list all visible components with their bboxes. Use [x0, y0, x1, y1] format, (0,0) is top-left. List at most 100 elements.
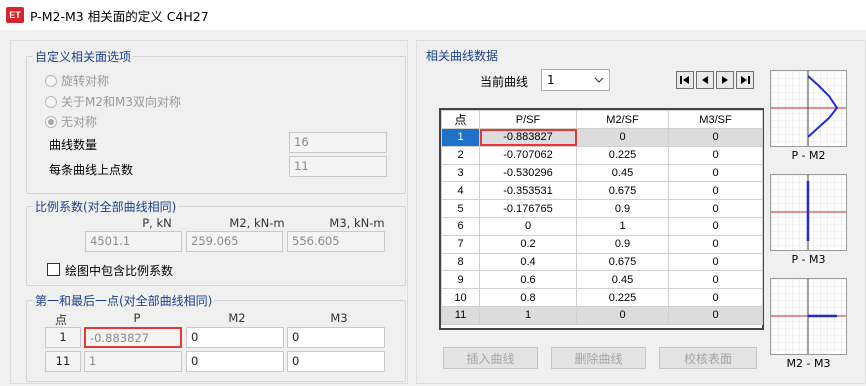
cell-m2[interactable]: 0.9: [576, 199, 669, 218]
row-number[interactable]: 2: [441, 145, 480, 165]
scale-m2-field[interactable]: 259.065: [186, 231, 283, 252]
row-number[interactable]: 7: [441, 234, 480, 254]
points-per-curve-field[interactable]: 11: [289, 156, 387, 177]
cell-m2[interactable]: 0.45: [576, 163, 669, 183]
column-header-m2: M2/SF: [576, 110, 669, 129]
row-number[interactable]: 4: [441, 181, 480, 201]
delete-curve-button[interactable]: 删除曲线: [551, 347, 646, 369]
preview-p-m2: [770, 70, 847, 147]
radio-icon: [45, 95, 57, 108]
endpoint-last-p-field[interactable]: 1: [84, 351, 182, 372]
cell-m3[interactable]: 0: [668, 305, 763, 325]
cell-m2[interactable]: 0: [576, 128, 669, 147]
cell-p[interactable]: 0.8: [479, 288, 577, 307]
cell-m3[interactable]: 0: [668, 288, 763, 307]
row-number[interactable]: 11: [441, 305, 480, 325]
insert-curve-button[interactable]: 插入曲线: [443, 347, 538, 369]
curve-data-legend: 相关曲线数据: [424, 47, 501, 64]
cell-p[interactable]: 0.4: [479, 252, 577, 272]
radio-biaxial[interactable]: 关于M2和M3双向对称: [45, 93, 181, 110]
cell-p[interactable]: -0.707062: [479, 145, 577, 165]
include-scale-label: 绘图中包含比例系数: [65, 264, 174, 278]
last-curve-button[interactable]: [736, 71, 754, 89]
cell-m3[interactable]: 0: [668, 163, 763, 183]
cell-p[interactable]: -0.883827: [479, 128, 577, 147]
prev-icon: [702, 76, 708, 84]
cell-m3[interactable]: 0: [668, 145, 763, 165]
cell-m2[interactable]: 1: [576, 216, 669, 236]
table-row[interactable]: 3 -0.530296 0.45 0: [441, 163, 763, 183]
table-row[interactable]: 10 0.8 0.225 0: [441, 288, 763, 307]
table-row[interactable]: 6 0 1 0: [441, 216, 763, 236]
endpoint-first-p-field[interactable]: -0.883827: [84, 327, 182, 348]
cell-m2[interactable]: 0.225: [576, 288, 669, 307]
cell-m2[interactable]: 0: [576, 305, 669, 325]
scale-legend: 比例系数(对全部曲线相同): [33, 198, 179, 215]
points-per-curve-label: 每条曲线上点数: [49, 163, 134, 177]
radio-none[interactable]: 无对称: [45, 113, 97, 130]
endpoint-first-point: 1: [45, 327, 81, 348]
table-row[interactable]: 8 0.4 0.675 0: [441, 252, 763, 272]
table-row[interactable]: 11 1 0 0: [441, 305, 763, 325]
cell-p[interactable]: -0.530296: [479, 163, 577, 183]
scale-p-field[interactable]: 4501.1: [85, 231, 182, 252]
row-number[interactable]: 1: [441, 128, 480, 147]
scale-header-m3: M3, kN-m: [329, 216, 385, 230]
next-curve-button[interactable]: [716, 71, 734, 89]
endpoint-last-m3-field[interactable]: 0: [287, 351, 385, 372]
table-row[interactable]: 7 0.2 0.9 0: [441, 234, 763, 254]
current-curve-select[interactable]: 1: [541, 69, 610, 91]
cell-p[interactable]: 1: [479, 305, 577, 325]
table-row[interactable]: 2 -0.707062 0.225 0: [441, 145, 763, 165]
row-number[interactable]: 6: [441, 216, 480, 236]
radio-label: 关于M2和M3双向对称: [61, 95, 181, 109]
row-number[interactable]: 10: [441, 288, 480, 307]
cell-p[interactable]: -0.353531: [479, 181, 577, 201]
cell-m3[interactable]: 0: [668, 128, 763, 147]
scale-m3-field[interactable]: 556.605: [287, 231, 385, 252]
table-row[interactable]: 9 0.6 0.45 0: [441, 270, 763, 290]
include-scale-checkbox[interactable]: [47, 263, 60, 276]
row-number[interactable]: 9: [441, 270, 480, 290]
endpoint-first-m3-field[interactable]: 0: [287, 327, 385, 348]
prev-curve-button[interactable]: [696, 71, 714, 89]
curve-data-table[interactable]: 点 P/SF M2/SF M3/SF 1 -0.883827 0 0 2 -0.…: [439, 108, 764, 330]
cell-m2[interactable]: 0.225: [576, 145, 669, 165]
preview-m2-m3: [770, 278, 847, 355]
scale-group: 比例系数(对全部曲线相同) P, kN M2, kN-m M3, kN-m 45…: [26, 198, 406, 286]
cell-p[interactable]: 0.6: [479, 270, 577, 290]
table-row[interactable]: 4 -0.353531 0.675 0: [441, 181, 763, 201]
preview-p-m3: [770, 174, 847, 251]
cell-m3[interactable]: 0: [668, 252, 763, 272]
cell-m3[interactable]: 0: [668, 234, 763, 254]
endpoint-first-m2-field[interactable]: 0: [186, 327, 284, 348]
cell-m2[interactable]: 0.9: [576, 234, 669, 254]
cell-m2[interactable]: 0.675: [576, 252, 669, 272]
cell-m2[interactable]: 0.675: [576, 181, 669, 201]
row-number[interactable]: 5: [441, 199, 480, 218]
cell-p[interactable]: 0.2: [479, 234, 577, 254]
endpoint-last-m2-field[interactable]: 0: [186, 351, 284, 372]
chevron-down-icon: [594, 77, 604, 83]
table-row[interactable]: 1 -0.883827 0 0: [441, 128, 763, 147]
row-number[interactable]: 3: [441, 163, 480, 183]
cell-m3[interactable]: 0: [668, 270, 763, 290]
table-header-row: 点 P/SF M2/SF M3/SF: [441, 110, 763, 129]
cell-m3[interactable]: 0: [668, 181, 763, 201]
cell-p[interactable]: 0: [479, 216, 577, 236]
check-surface-button[interactable]: 校核表面: [659, 347, 757, 369]
column-header-m3: M3/SF: [668, 110, 763, 129]
endpoints-header-m3: M3: [330, 311, 348, 325]
row-number[interactable]: 8: [441, 252, 480, 272]
curve-count-field[interactable]: 16: [289, 132, 387, 153]
radio-rotational[interactable]: 旋转对称: [45, 72, 109, 89]
table-row[interactable]: 5 -0.176765 0.9 0: [441, 199, 763, 218]
cell-m2[interactable]: 0.45: [576, 270, 669, 290]
first-curve-button[interactable]: [676, 71, 694, 89]
cell-p[interactable]: -0.176765: [479, 199, 577, 218]
title-bar: ET P-M2-M3 相关面的定义 C4H27: [0, 0, 866, 30]
cell-m3[interactable]: 0: [668, 199, 763, 218]
endpoints-header-point: 点: [54, 313, 67, 327]
first-icon: [680, 76, 689, 84]
cell-m3[interactable]: 0: [668, 216, 763, 236]
